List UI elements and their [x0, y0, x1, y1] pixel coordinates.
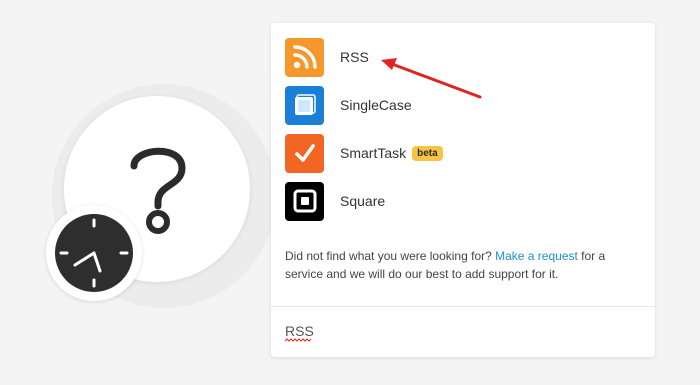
app-item-smarttask[interactable]: SmartTask beta — [271, 129, 655, 177]
app-search-input[interactable] — [285, 318, 641, 344]
singlecase-icon — [285, 85, 324, 125]
app-search-panel: RSS SingleCase SmartTask beta Square Did… — [271, 23, 655, 357]
smarttask-checkmark-icon — [285, 133, 324, 173]
help-text-before: Did not find what you were looking for? — [285, 249, 496, 263]
app-label: SmartTask — [340, 145, 407, 161]
help-text: Did not find what you were looking for? … — [285, 247, 637, 283]
app-item-square[interactable]: Square — [271, 177, 655, 225]
app-label: Square — [340, 193, 386, 209]
spellcheck-underline — [285, 338, 311, 342]
square-icon — [285, 181, 324, 221]
clock-icon — [55, 214, 133, 292]
app-search-field[interactable] — [285, 318, 641, 344]
rss-icon — [285, 37, 324, 77]
app-item-rss[interactable]: RSS — [271, 33, 655, 81]
make-request-link[interactable]: Make a request — [495, 249, 578, 263]
app-label: RSS — [340, 49, 369, 65]
app-list: RSS SingleCase SmartTask beta Square — [271, 23, 655, 225]
beta-badge: beta — [412, 145, 443, 161]
module-placeholder[interactable] — [0, 0, 290, 385]
schedule-clock-badge[interactable] — [46, 205, 142, 301]
app-label: SingleCase — [340, 97, 412, 113]
app-item-singlecase[interactable]: SingleCase — [271, 81, 655, 129]
divider — [271, 306, 655, 307]
